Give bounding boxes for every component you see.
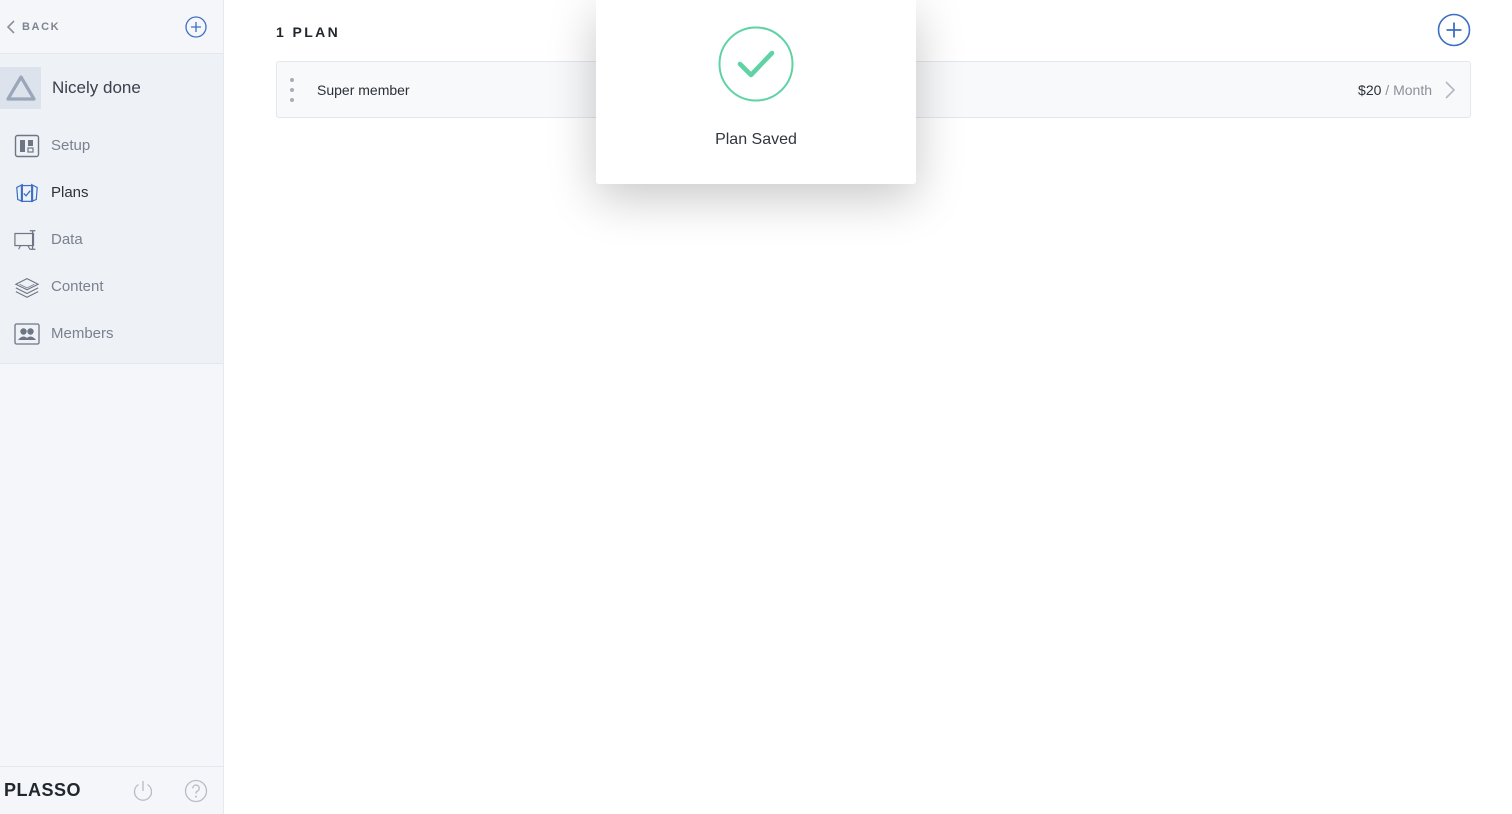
content-icon (14, 274, 40, 300)
site-navigation: Nicely done Setup Plans Data Content Mem… (0, 54, 223, 364)
site-logo-icon (5, 75, 36, 101)
sidebar-item-label: Members (51, 325, 114, 342)
power-icon[interactable] (131, 779, 155, 803)
drag-handle-icon[interactable] (277, 62, 307, 117)
site-name: Nicely done (52, 78, 141, 97)
plan-billing-period: Month (1393, 81, 1432, 98)
sidebar-item-label: Content (51, 278, 104, 295)
sidebar-item-label: Plans (51, 184, 89, 201)
sidebar-item-label: Setup (51, 137, 91, 154)
brand-logo: PLASSO (4, 780, 82, 800)
site-logo (0, 67, 41, 109)
back-button[interactable]: BACK (6, 19, 60, 35)
site-selector[interactable]: Nicely done (0, 54, 223, 122)
plan-saved-toast: Plan Saved (596, 0, 916, 184)
sidebar-nav: Setup Plans Data Content Members (0, 122, 223, 363)
sidebar-item-plans[interactable]: Plans (0, 169, 223, 216)
chevron-left-icon (6, 19, 15, 34)
members-icon (14, 321, 40, 347)
setup-icon (14, 133, 40, 159)
sidebar-item-members[interactable]: Members (0, 310, 223, 357)
plan-price-separator: / (1385, 81, 1390, 98)
sidebar-item-label: Data (51, 231, 83, 248)
sidebar-footer: PLASSO (0, 766, 223, 814)
sidebar: BACK Nicely done Setup Plans Data Conten… (0, 0, 224, 814)
sidebar-item-setup[interactable]: Setup (0, 122, 223, 169)
success-check-icon (718, 26, 794, 102)
sidebar-item-content[interactable]: Content (0, 263, 223, 310)
help-icon[interactable] (184, 779, 208, 803)
data-icon (14, 227, 40, 253)
add-site-button[interactable] (185, 15, 207, 38)
sidebar-item-data[interactable]: Data (0, 216, 223, 263)
sidebar-top-bar: BACK (0, 0, 223, 54)
plan-price: $20 / Month (1358, 82, 1432, 98)
plan-name: Super member (317, 81, 410, 98)
back-label: BACK (22, 20, 61, 33)
plans-icon (14, 180, 40, 206)
page-title: 1 PLAN (276, 24, 341, 40)
add-plan-button[interactable] (1437, 13, 1471, 47)
plan-amount: $20 (1358, 81, 1382, 98)
toast-message: Plan Saved (715, 131, 797, 148)
chevron-right-icon (1445, 81, 1456, 99)
